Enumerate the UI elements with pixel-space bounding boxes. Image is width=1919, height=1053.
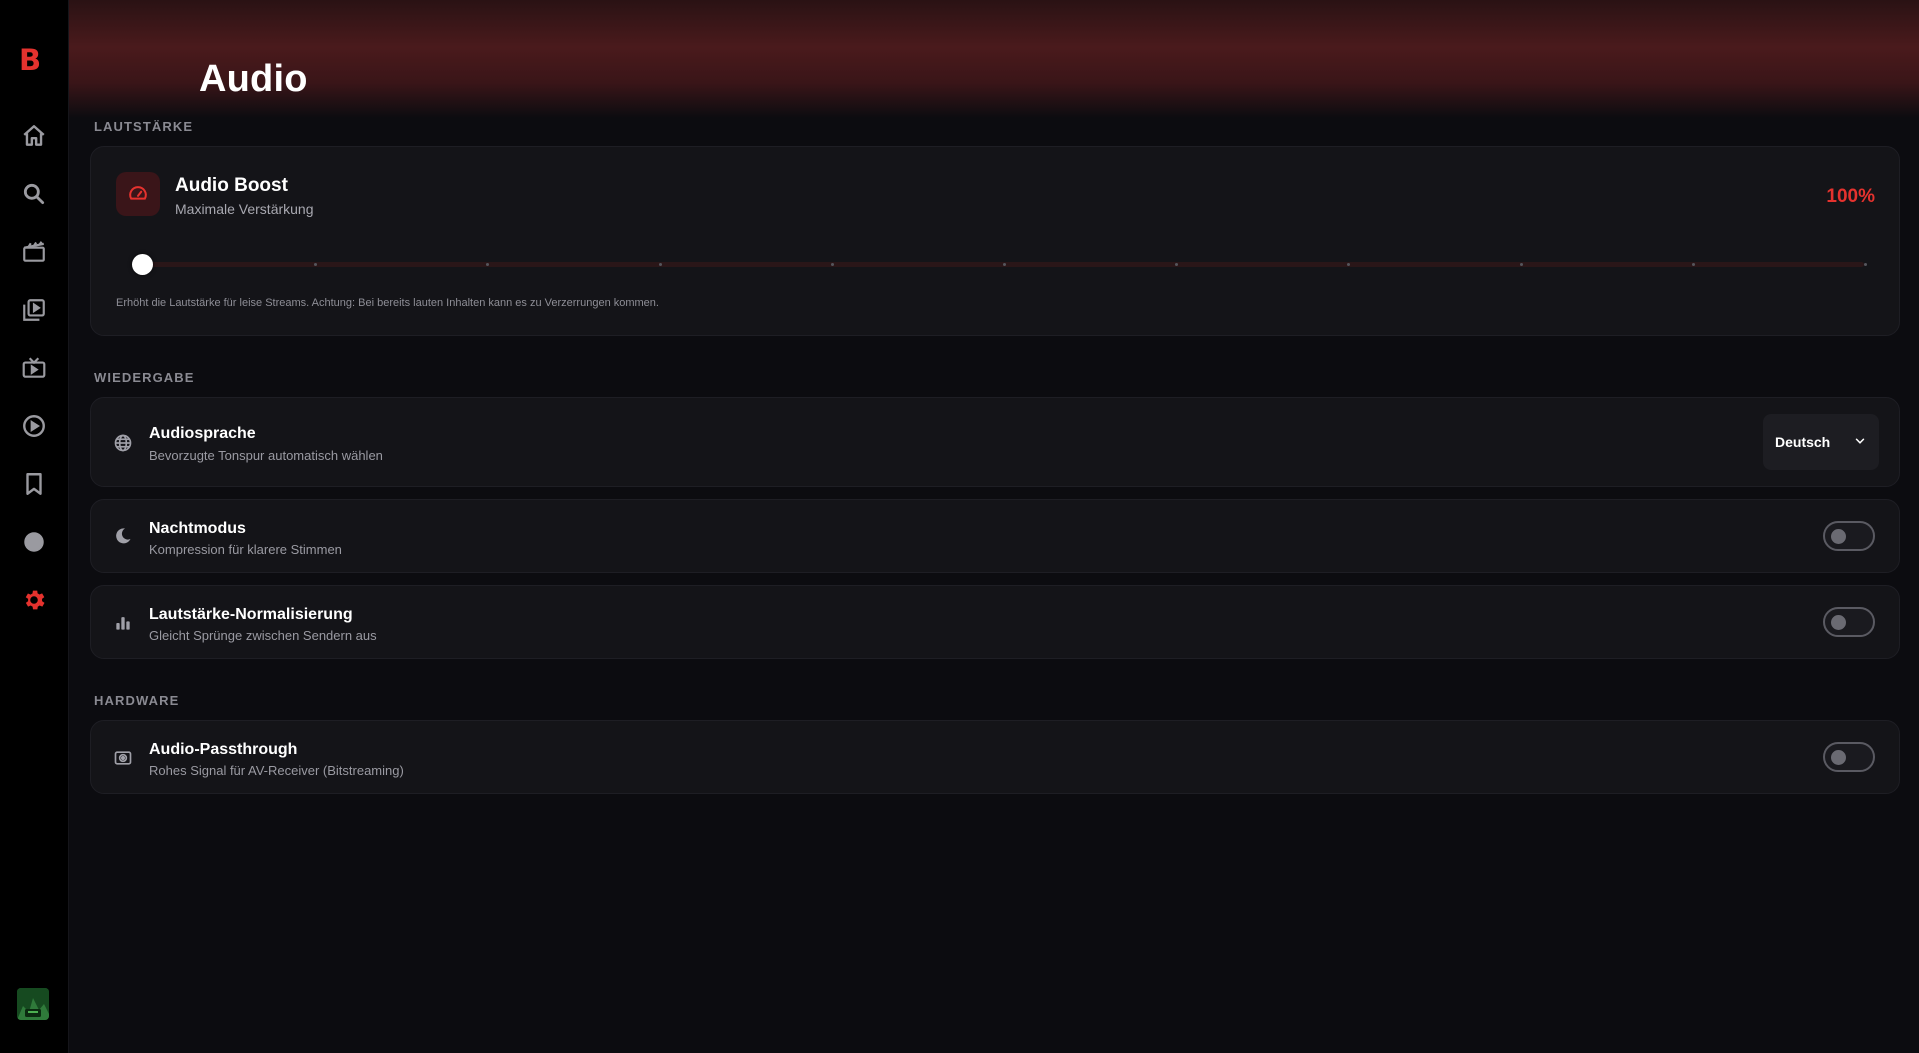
slider-thumb[interactable] bbox=[132, 254, 153, 275]
boost-title: Audio Boost bbox=[175, 175, 288, 196]
section-label-playback: WIEDERGABE bbox=[94, 370, 195, 385]
boost-hint: Erhöht die Lautstärke für leise Streams.… bbox=[116, 297, 659, 309]
speaker-icon bbox=[111, 746, 135, 770]
setting-row-language: Audiosprache Bevorzugte Tonspur automati… bbox=[90, 397, 1900, 487]
tv-icon bbox=[22, 357, 46, 378]
audio-language-value: Deutsch bbox=[1775, 434, 1831, 450]
video-library-icon bbox=[23, 299, 45, 321]
night-mode-toggle[interactable] bbox=[1823, 521, 1875, 551]
circle-icon bbox=[24, 532, 44, 552]
sidebar-item-search[interactable] bbox=[18, 178, 50, 210]
boost-icon-container bbox=[116, 172, 160, 216]
clapperboard-icon bbox=[23, 241, 45, 262]
setting-row-passthrough: Audio-Passthrough Rohes Signal für AV-Re… bbox=[90, 720, 1900, 794]
toggle-knob bbox=[1831, 750, 1846, 765]
app-logo[interactable]: B bbox=[19, 46, 41, 75]
audio-language-select[interactable]: Deutsch bbox=[1763, 414, 1879, 470]
user-avatar[interactable] bbox=[17, 988, 49, 1020]
setting-row-normalization: Lautstärke-Normalisierung Gleicht Sprüng… bbox=[90, 585, 1900, 659]
slider-tick bbox=[830, 263, 834, 266]
normalization-toggle[interactable] bbox=[1823, 607, 1875, 637]
language-subtitle: Bevorzugte Tonspur automatisch wählen bbox=[149, 448, 383, 463]
sidebar-item-library[interactable] bbox=[18, 294, 50, 326]
audio-boost-slider[interactable] bbox=[132, 254, 1867, 275]
sidebar-item-status[interactable] bbox=[18, 526, 50, 558]
slider-tick bbox=[1003, 263, 1006, 266]
sidebar-item-bookmarks[interactable] bbox=[18, 468, 50, 500]
language-title: Audiosprache bbox=[149, 425, 256, 442]
night-mode-subtitle: Kompression für klarere Stimmen bbox=[149, 542, 342, 557]
sidebar-item-home[interactable] bbox=[18, 120, 50, 152]
sidebar-item-movies[interactable] bbox=[18, 236, 50, 268]
page-title: Audio bbox=[199, 58, 308, 100]
home-icon bbox=[23, 125, 45, 146]
setting-row-night-mode: Nachtmodus Kompression für klarere Stimm… bbox=[90, 499, 1900, 573]
normalization-subtitle: Gleicht Sprünge zwischen Sendern aus bbox=[149, 628, 377, 643]
sidebar-item-settings[interactable] bbox=[18, 584, 50, 616]
avatar-image-icon bbox=[17, 988, 49, 1020]
moon-icon bbox=[111, 524, 135, 548]
slider-tick bbox=[1519, 263, 1523, 266]
speedometer-icon bbox=[129, 186, 147, 200]
slider-tick bbox=[1691, 263, 1695, 266]
slider-tick bbox=[658, 263, 662, 266]
slider-tick bbox=[1864, 263, 1867, 266]
search-icon bbox=[23, 183, 45, 205]
passthrough-toggle[interactable] bbox=[1823, 742, 1875, 772]
section-label-volume: LAUTSTÄRKE bbox=[94, 119, 194, 134]
page-header: Audio bbox=[69, 0, 1919, 118]
bookmark-icon bbox=[26, 473, 42, 495]
boost-subtitle: Maximale Verstärkung bbox=[175, 201, 314, 217]
passthrough-title: Audio-Passthrough bbox=[149, 741, 298, 758]
play-circle-icon bbox=[23, 415, 45, 437]
section-label-hardware: HARDWARE bbox=[94, 693, 180, 708]
chevron-down-icon bbox=[1855, 438, 1865, 444]
audio-boost-card: Audio Boost Maximale Verstärkung 100% Er… bbox=[90, 146, 1900, 336]
passthrough-subtitle: Rohes Signal für AV-Receiver (Bitstreami… bbox=[149, 763, 404, 778]
toggle-knob bbox=[1831, 615, 1846, 630]
sidebar-item-play[interactable] bbox=[18, 410, 50, 442]
normalization-title: Lautstärke-Normalisierung bbox=[149, 606, 353, 623]
toggle-knob bbox=[1831, 529, 1846, 544]
sidebar-item-live-tv[interactable] bbox=[18, 352, 50, 384]
globe-icon bbox=[111, 431, 135, 455]
app-root: B Audio LAUTSTÄRKE Audio Boost Maximale … bbox=[0, 0, 1919, 1053]
gear-icon bbox=[25, 590, 45, 610]
bar-chart-icon bbox=[111, 611, 135, 635]
night-mode-title: Nachtmodus bbox=[149, 520, 246, 537]
boost-value-label: 100% bbox=[1826, 186, 1875, 207]
sidebar: B bbox=[0, 0, 69, 1053]
